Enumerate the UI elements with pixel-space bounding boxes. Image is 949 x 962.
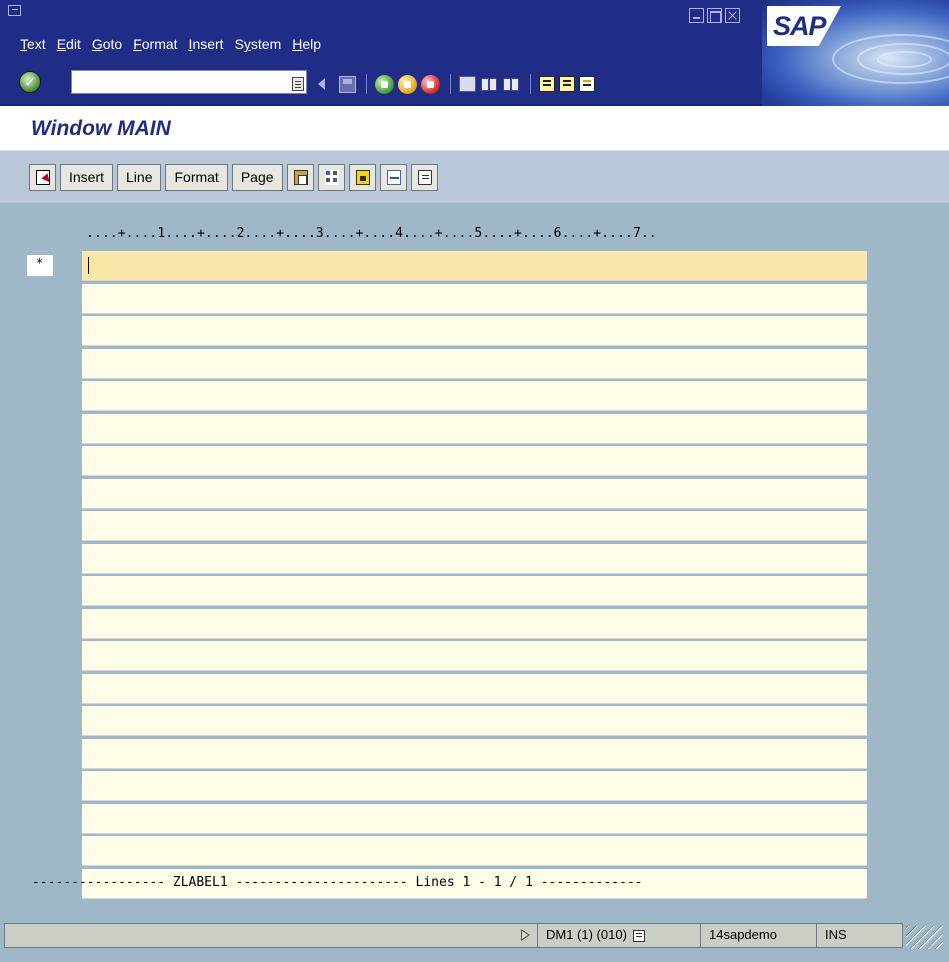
minimize-icon[interactable] — [689, 8, 704, 23]
line-button[interactable]: Line — [117, 164, 162, 191]
menu-item-help[interactable]: Help — [292, 36, 321, 52]
find-icon[interactable] — [480, 76, 498, 92]
text-caret — [88, 257, 89, 274]
status-system[interactable]: DM1 (1) (010) — [537, 923, 700, 948]
format-button[interactable]: Format — [165, 164, 228, 191]
paste-icon[interactable] — [286, 164, 314, 191]
editor-line[interactable] — [82, 641, 867, 671]
editor-line[interactable] — [82, 478, 867, 509]
editor-line[interactable] — [82, 673, 867, 704]
status-bar: DM1 (1) (010) 14sapdemo INS — [0, 903, 949, 962]
maximize-icon[interactable] — [707, 8, 722, 23]
editor-line[interactable] — [82, 283, 867, 314]
line-marker[interactable]: * — [27, 255, 53, 276]
status-mode[interactable]: INS — [816, 923, 867, 948]
editor-area: ....+....1....+....2....+....3....+....4… — [0, 203, 949, 903]
insert-button[interactable]: Insert — [60, 164, 114, 191]
previous-page-icon[interactable] — [559, 76, 575, 92]
sap-logo: SAP — [767, 6, 841, 46]
application-toolbar: Insert Line Format Page — [0, 150, 949, 203]
close-icon[interactable] — [725, 8, 740, 23]
resize-grip-icon[interactable] — [906, 926, 943, 949]
editor-line[interactable] — [82, 771, 867, 801]
editor-line[interactable] — [82, 706, 867, 736]
menu-item-edit[interactable]: Edit — [57, 36, 81, 52]
page-button[interactable]: Page — [231, 164, 283, 191]
editor-lines — [82, 251, 867, 901]
find-next-icon[interactable] — [502, 76, 520, 92]
editor-line[interactable] — [82, 348, 867, 379]
format-box-icon[interactable] — [348, 164, 376, 191]
cancel-icon[interactable] — [421, 74, 440, 94]
move-icon[interactable] — [379, 164, 407, 191]
comment-icon[interactable] — [410, 164, 438, 191]
editor-footer: ----------------- ZLABEL1 --------------… — [32, 875, 643, 890]
editor-line[interactable] — [82, 316, 867, 346]
menu: Text Edit Goto Format Insert System Help — [20, 36, 332, 52]
title-bar: Window MAIN — [0, 106, 949, 150]
first-page-icon[interactable] — [539, 76, 555, 92]
print-icon[interactable] — [459, 76, 476, 92]
page-title: Window MAIN — [31, 117, 171, 140]
exit-icon[interactable] — [398, 74, 417, 94]
system-info-icon[interactable] — [632, 929, 645, 942]
save-icon[interactable] — [339, 75, 356, 93]
editor-line[interactable] — [82, 446, 867, 476]
menu-item-insert[interactable]: Insert — [189, 36, 224, 52]
standard-toolbar — [0, 62, 762, 106]
system-menu-icon[interactable] — [8, 5, 21, 16]
window-buttons — [689, 8, 740, 23]
editor-line[interactable] — [82, 738, 867, 769]
menu-item-format[interactable]: Format — [133, 36, 177, 52]
editor-line[interactable] — [82, 413, 867, 444]
ruler: ....+....1....+....2....+....3....+....4… — [86, 226, 657, 241]
command-history-icon[interactable] — [292, 77, 304, 91]
grid-icon[interactable] — [317, 164, 345, 191]
enter-icon[interactable] — [19, 71, 41, 93]
status-toggle-icon[interactable] — [521, 929, 530, 941]
editor-line[interactable] — [82, 576, 867, 606]
editor-line[interactable] — [82, 543, 867, 574]
editor-line[interactable] — [82, 836, 867, 866]
editor-line[interactable] — [82, 381, 867, 411]
collapse-arrow-icon[interactable] — [318, 78, 325, 90]
editor-line[interactable] — [82, 803, 867, 834]
next-page-icon[interactable] — [579, 76, 595, 92]
editor-line[interactable] — [82, 608, 867, 639]
menu-item-system[interactable]: System — [235, 36, 282, 52]
command-field[interactable] — [71, 70, 307, 94]
back-icon[interactable] — [375, 74, 394, 94]
status-server: 14sapdemo — [700, 923, 816, 948]
editor-line[interactable] — [82, 511, 867, 541]
select-icon[interactable] — [29, 164, 56, 191]
editor-line[interactable] — [82, 251, 867, 281]
sap-banner: SAP — [762, 0, 949, 106]
menu-item-text[interactable]: Text — [20, 36, 46, 52]
menu-item-goto[interactable]: Goto — [92, 36, 122, 52]
